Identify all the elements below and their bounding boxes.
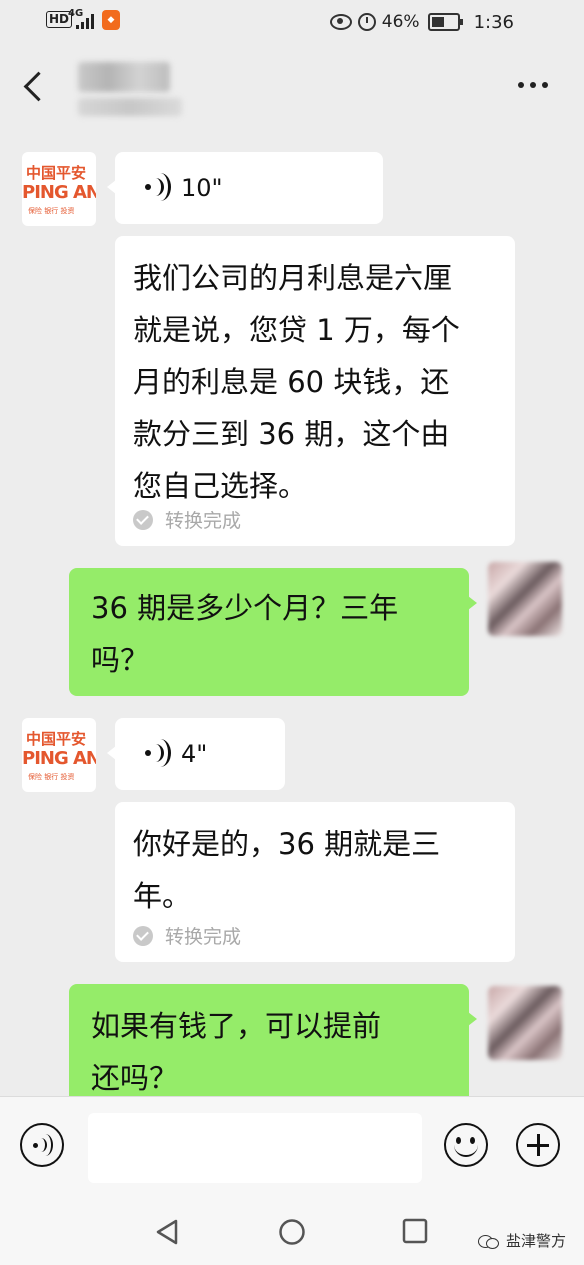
my-avatar[interactable] bbox=[488, 986, 562, 1060]
voice-duration: 10" bbox=[181, 174, 223, 202]
transcript-line: 我们公司的月利息是六厘 bbox=[133, 261, 453, 295]
transcript-status-text: 转换完成 bbox=[165, 510, 242, 532]
transcript-status-text: 转换完成 bbox=[165, 926, 242, 948]
transcript-line: 你好是的，36 期就是三 bbox=[133, 827, 441, 861]
circle-home-icon bbox=[279, 1219, 305, 1245]
system-navigation-bar: 盐津警方 bbox=[0, 1196, 584, 1265]
emoji-button[interactable] bbox=[444, 1123, 488, 1167]
eye-comfort-icon bbox=[329, 14, 352, 30]
message-line: 还吗？ bbox=[91, 1061, 179, 1095]
system-back-button[interactable] bbox=[154, 1218, 180, 1250]
status-time: 1:36 bbox=[473, 11, 514, 33]
voice-message-bubble[interactable]: 10" bbox=[107, 152, 383, 224]
transcript-line: 月的利息是 60 块钱，还 bbox=[133, 365, 450, 399]
system-recents-button[interactable] bbox=[402, 1218, 428, 1244]
more-options-button[interactable] bbox=[518, 82, 548, 88]
battery-percent: 46% bbox=[381, 12, 420, 32]
voice-transcript-bubble[interactable]: 你好是的，36 期就是三 年。 转换完成 bbox=[115, 802, 515, 962]
message-line: 36 期是多少个月？三年 bbox=[91, 591, 399, 625]
sent-message-bubble[interactable]: 如果有钱了，可以提前 还吗？ bbox=[69, 984, 477, 1096]
contact-name-blurred bbox=[78, 62, 170, 92]
message-line: 吗？ bbox=[91, 643, 150, 677]
watermark-text: 盐津警方 bbox=[505, 1232, 566, 1250]
more-functions-button[interactable] bbox=[516, 1123, 560, 1167]
transcript-status: 转换完成 bbox=[133, 506, 241, 533]
back-button[interactable] bbox=[22, 72, 44, 102]
chat-message-list[interactable]: 中国平安 PING AN 保险 银行 投资 10" 我们公司的月利息是六厘 就是… bbox=[0, 132, 584, 1096]
voice-input-button[interactable] bbox=[20, 1123, 64, 1167]
message-line: 如果有钱了，可以提前 bbox=[91, 1009, 382, 1043]
avatar-brand-cn: 中国平安 bbox=[26, 164, 87, 182]
system-home-button[interactable] bbox=[278, 1218, 306, 1246]
transcript-line: 款分三到 36 期，这个由 bbox=[133, 417, 450, 451]
check-circle-icon bbox=[133, 509, 153, 530]
voice-wave-icon bbox=[145, 739, 171, 767]
voice-duration: 4" bbox=[181, 740, 208, 768]
avatar-brand-sub: 保险 银行 投资 bbox=[28, 773, 75, 781]
voice-wave-icon bbox=[145, 173, 171, 201]
wechat-logo-icon bbox=[477, 1233, 500, 1249]
voice-message-bubble[interactable]: 4" bbox=[107, 718, 285, 790]
square-recents-icon bbox=[402, 1218, 428, 1244]
avatar-brand-en: PING AN bbox=[22, 748, 96, 769]
transcript-status: 转换完成 bbox=[133, 922, 241, 949]
triangle-back-icon bbox=[156, 1219, 178, 1245]
transcript-line: 就是说，您贷 1 万，每个 bbox=[133, 313, 460, 347]
alarm-icon bbox=[357, 13, 376, 31]
battery-icon bbox=[427, 13, 463, 31]
avatar-brand-cn: 中国平安 bbox=[26, 730, 87, 748]
status-bar: HD 4G ◆ 46% 1:36 bbox=[0, 0, 584, 44]
contact-subtitle-blurred bbox=[78, 98, 182, 116]
avatar-brand-en: PING AN bbox=[22, 182, 96, 203]
contact-avatar[interactable]: 中国平安 PING AN 保险 银行 投资 bbox=[22, 152, 96, 226]
contact-avatar[interactable]: 中国平安 PING AN 保险 银行 投资 bbox=[22, 718, 96, 792]
watermark: 盐津警方 bbox=[477, 1230, 566, 1251]
my-avatar[interactable] bbox=[488, 562, 562, 636]
transcript-line: 您自己选择。 bbox=[133, 469, 308, 503]
transcript-line: 年。 bbox=[133, 879, 192, 913]
message-input[interactable] bbox=[88, 1113, 422, 1183]
avatar-brand-sub: 保险 银行 投资 bbox=[28, 207, 75, 215]
sent-message-bubble[interactable]: 36 期是多少个月？三年 吗？ bbox=[69, 568, 477, 696]
signal-icon bbox=[76, 14, 94, 29]
check-circle-icon bbox=[133, 925, 153, 946]
app-notification-icon: ◆ bbox=[102, 10, 120, 30]
voice-transcript-bubble[interactable]: 我们公司的月利息是六厘 就是说，您贷 1 万，每个 月的利息是 60 块钱，还 … bbox=[115, 236, 515, 546]
input-bar bbox=[0, 1096, 584, 1197]
chat-header bbox=[0, 44, 584, 132]
